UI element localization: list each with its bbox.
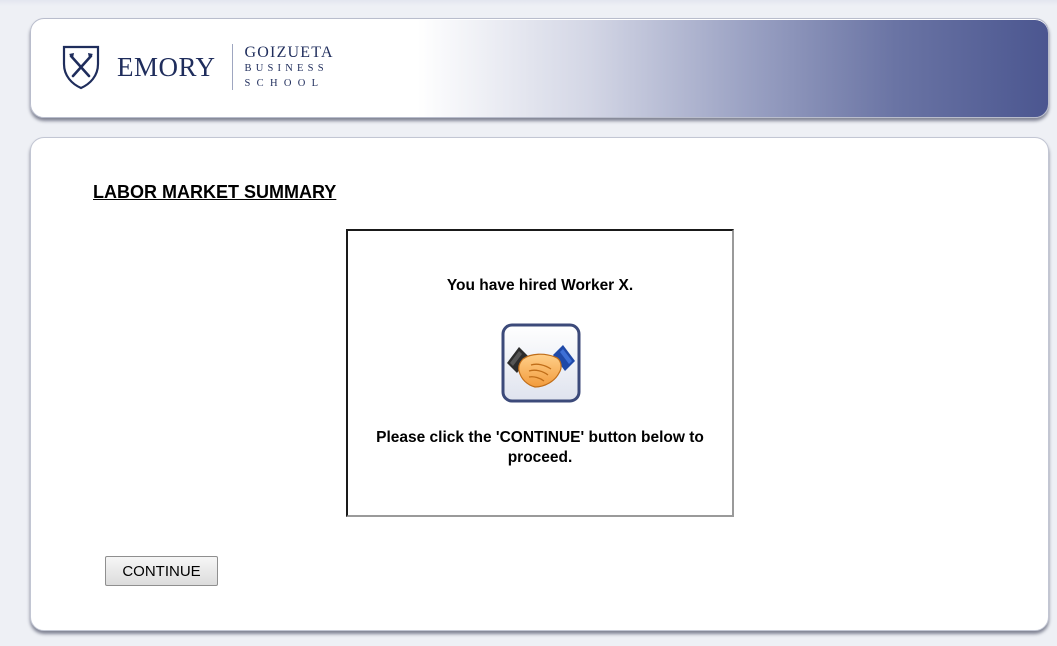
emory-wordmark: EMORY [117, 51, 216, 82]
instruction-line: Please click the 'CONTINUE' button below… [376, 429, 704, 466]
emory-goizueta-logo: EMORY GOIZUETA BUSINESS SCHOOL [61, 41, 334, 93]
hired-message: You have hired Worker X. [446, 277, 634, 294]
main-panel: LABOR MARKET SUMMARY You have hired Work… [30, 137, 1049, 631]
page-title: LABOR MARKET SUMMARY [93, 182, 337, 202]
logo-divider [231, 44, 233, 90]
school-line: SCHOOL [244, 77, 325, 89]
goizueta-wordmark: GOIZUETA BUSINESS SCHOOL [245, 45, 334, 89]
handshake-icon [501, 323, 581, 403]
summary-dialog: You have hired Worker X. Please click th… [346, 229, 734, 517]
business-line: BUSINESS [244, 63, 328, 74]
goizueta-line: GOIZUETA [244, 44, 334, 61]
instruction-text: Please click the 'CONTINUE' button below… [348, 428, 732, 468]
header-banner: EMORY GOIZUETA BUSINESS SCHOOL [30, 18, 1049, 118]
emory-shield-icon [62, 45, 100, 90]
continue-button[interactable]: CONTINUE [105, 556, 218, 586]
page: EMORY GOIZUETA BUSINESS SCHOOL LABOR MAR… [0, 0, 1057, 646]
